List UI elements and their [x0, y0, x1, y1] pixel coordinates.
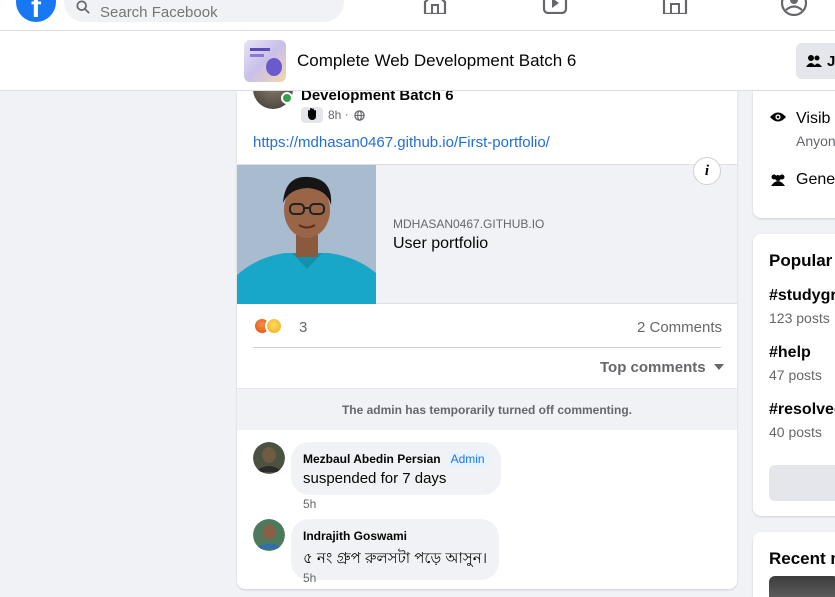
people-icon: [806, 54, 822, 67]
topic-tag[interactable]: #help: [769, 344, 811, 362]
recent-media-title: Recent m: [769, 549, 835, 568]
link-preview-title[interactable]: User portfolio: [393, 235, 488, 253]
comment-text: ৫ নং গ্রুপ রুলসটা পড়ে আসুন।: [303, 550, 488, 567]
comment-sort-label: Top comments: [600, 359, 706, 376]
commenting-disabled-notice: The admin has temporarily turned off com…: [237, 388, 737, 430]
popular-topics-card: Popular t #studygr 123 posts #help 47 po…: [753, 234, 835, 516]
caret-down-icon: [713, 364, 724, 370]
commenter-avatar[interactable]: [253, 442, 285, 474]
join-group-button[interactable]: J: [796, 43, 835, 79]
comment-sort-dropdown[interactable]: Top comments: [600, 359, 724, 376]
meta-separator: ·: [344, 107, 349, 122]
link-preview-image[interactable]: [237, 165, 376, 304]
search-icon: [76, 0, 90, 14]
group-cover-thumbnail[interactable]: [244, 40, 286, 82]
globe-icon: [354, 109, 365, 121]
sad-reaction-icon: [265, 317, 283, 335]
visibility-description: Anyon: [796, 133, 835, 149]
commenter-avatar[interactable]: [253, 519, 285, 551]
commenter-name[interactable]: Indrajith Goswami: [303, 529, 407, 543]
online-indicator: [281, 92, 293, 104]
commenter-name[interactable]: Mezbaul Abedin Persian: [303, 452, 441, 466]
watch-icon[interactable]: [542, 0, 568, 14]
profile-icon[interactable]: [780, 0, 808, 16]
topic-post-count: 40 posts: [769, 424, 822, 440]
visibility-title: Visib: [796, 110, 831, 127]
topic-post-count: 123 posts: [769, 310, 830, 326]
search-input[interactable]: [100, 2, 330, 22]
see-all-topics-button[interactable]: [769, 465, 835, 501]
join-button-label: J: [827, 52, 835, 70]
popular-topics-title: Popular t: [769, 251, 835, 270]
group-header-bar: Complete Web Development Batch 6 J: [0, 30, 835, 91]
divider: [253, 347, 721, 348]
home-icon[interactable]: [422, 0, 448, 14]
search-box[interactable]: [64, 0, 344, 22]
top-navigation: f: [0, 0, 835, 30]
facebook-logo[interactable]: f: [16, 0, 56, 24]
wave-hand-icon: [308, 108, 316, 120]
group-about-card: Visib Anyon Gene: [753, 91, 835, 218]
eye-icon: [770, 112, 786, 122]
recent-media-card: Recent m: [753, 532, 835, 597]
post-link[interactable]: https://mdhasan0467.github.io/First-port…: [253, 134, 550, 151]
comment-text: suspended for 7 days: [303, 470, 447, 487]
comment-bubble: Mezbaul Abedin Persian Admin suspended fo…: [291, 442, 501, 495]
comment-time[interactable]: 5h: [303, 571, 316, 585]
marketplace-icon[interactable]: [662, 0, 688, 14]
link-preview-card[interactable]: [237, 164, 737, 304]
recent-media-thumbnail[interactable]: [769, 576, 835, 597]
link-preview-domain[interactable]: MDHASAN0467.GITHUB.IO: [393, 217, 544, 231]
topic-post-count: 47 posts: [769, 367, 822, 383]
post-meta: 8h ·: [301, 107, 365, 123]
info-button[interactable]: i: [693, 157, 721, 185]
post-group-name[interactable]: Development Batch 6: [301, 91, 454, 104]
post-card: Development Batch 6 8h · https://mdhasan…: [237, 91, 737, 589]
group-title[interactable]: Complete Web Development Batch 6: [297, 51, 576, 71]
comment-bubble: Indrajith Goswami ৫ নং গ্রুপ রুলসটা পড়ে…: [291, 519, 500, 580]
comments-count[interactable]: 2 Comments: [637, 319, 722, 336]
post-time[interactable]: 8h: [328, 108, 341, 122]
comment-time[interactable]: 5h: [303, 497, 316, 511]
reaction-count[interactable]: 3: [299, 319, 307, 336]
group-icon: [771, 174, 785, 186]
general-group-label: Gene: [796, 171, 835, 188]
admin-badge: Admin: [446, 451, 489, 467]
topic-tag[interactable]: #resolved: [769, 401, 835, 419]
topic-tag[interactable]: #studygr: [769, 287, 835, 305]
member-badge[interactable]: [301, 107, 323, 123]
